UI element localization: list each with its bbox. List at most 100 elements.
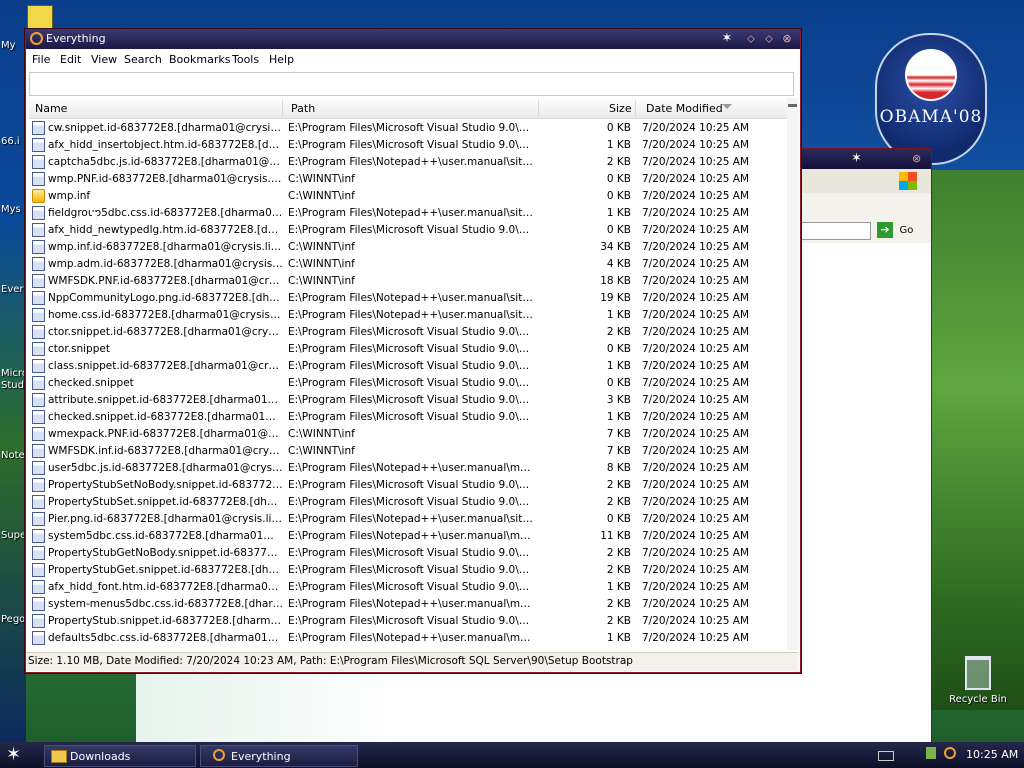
desktop-icon-label[interactable]: Mys [1,204,21,215]
item-path: E:\Program Files\Notepad++\user.manual\s… [288,207,536,219]
desktop-icon-label[interactable]: Micro [1,368,28,379]
list-item[interactable]: cw.snippet.id-683772E8.[dharma01@crysis.… [29,120,789,137]
vertical-scrollbar[interactable] [787,98,798,650]
search-input[interactable] [29,72,794,96]
list-item[interactable]: Pier.png.id-683772E8.[dharma01@crysis.li… [29,511,789,528]
scrollbar-thumb[interactable] [788,104,797,107]
recycle-bin-label: Recycle Bin [949,694,1007,705]
item-size: 2 KB [606,326,631,338]
item-name: wmp.inf [48,190,91,202]
list-item[interactable]: wmexpack.PNF.id-683772E8.[dharma01@cry..… [29,426,789,443]
item-date-modified: 7/20/2024 10:25 AM [642,224,750,236]
desktop-icon-label[interactable]: Supe [1,530,26,541]
pin-icon[interactable]: ✶ [851,151,862,166]
list-item[interactable]: home.css.id-683772E8.[dharma01@crysis.li… [29,307,789,324]
desktop-icon-label[interactable]: Pego [1,614,25,625]
column-date-modified[interactable]: Date Modified [646,102,723,115]
list-item[interactable]: system5dbc.css.id-683772E8.[dharma01@cr.… [29,528,789,545]
list-item[interactable]: checked.snippet E:\Program Files\Microsof… [29,375,789,392]
keyboard-icon[interactable] [878,751,894,761]
list-item[interactable]: afx_hidd_insertobject.htm.id-683772E8.[d… [29,137,789,154]
item-size: 4 KB [606,258,631,270]
list-item[interactable]: system-menus5dbc.css.id-683772E8.[dharma… [29,596,789,613]
item-name: Pier.png.id-683772E8.[dharma01@crysis.li… [48,513,283,525]
column-name[interactable]: Name [35,102,67,115]
search-tray-icon[interactable] [944,747,956,759]
close-icon[interactable]: ⊗ [912,152,921,165]
item-date-modified: 7/20/2024 10:25 AM [642,632,750,644]
list-item[interactable]: PropertyStubSet.snippet.id-683772E8.[dha… [29,494,789,511]
list-item[interactable]: ctor.snippet E:\Program Files\Microsoft V… [29,341,789,358]
list-item[interactable]: PropertyStub.snippet.id-683772E8.[dharma… [29,613,789,630]
list-item[interactable]: NppCommunityLogo.png.id-683772E8.[dharm.… [29,290,789,307]
item-path: C:\WINNT\inf [288,258,355,270]
item-name: attribute.snippet.id-683772E8.[dharma01@… [48,394,283,406]
desktop-icon-label[interactable]: Ever [1,284,24,295]
menu-file[interactable]: File [32,53,50,66]
menu-help[interactable]: Help [269,53,294,66]
list-item[interactable]: captcha5dbc.js.id-683772E8.[dharma01@cry… [29,154,789,171]
item-name: system5dbc.css.id-683772E8.[dharma01@cr.… [48,530,283,542]
item-date-modified: 7/20/2024 10:25 AM [642,292,750,304]
file-icon [32,376,45,390]
start-button[interactable]: ✶ [6,744,21,765]
list-item[interactable]: WMFSDK.inf.id-683772E8.[dharma01@crysis.… [29,443,789,460]
list-item[interactable]: PropertyStubGetNoBody.snippet.id-683772E… [29,545,789,562]
list-item[interactable]: attribute.snippet.id-683772E8.[dharma01@… [29,392,789,409]
desktop-icon-app[interactable] [27,5,53,31]
menu-search[interactable]: Search [124,53,162,66]
network-icon[interactable] [926,747,936,759]
desktop-icon-label[interactable]: Note [1,450,25,461]
list-item[interactable]: ctor.snippet.id-683772E8.[dharma01@crysi… [29,324,789,341]
item-path: E:\Program Files\Microsoft Visual Studio… [288,496,536,508]
menu-bookmarks[interactable]: Bookmarks [169,53,230,66]
menu-tools[interactable]: Tools [232,53,259,66]
desktop-icon-label[interactable]: Studi [1,380,27,391]
list-item[interactable]: fieldgroup5dbc.css.id-683772E8.[dharma01… [29,205,789,222]
background-window[interactable]: ✶ ⊗ ➔ Go [798,148,932,746]
menu-view[interactable]: View [91,53,117,66]
list-item[interactable]: PropertyStubGet.snippet.id-683772E8.[dha… [29,562,789,579]
list-item[interactable]: afx_hidd_newtypedlg.htm.id-683772E8.[dha… [29,222,789,239]
taskbar-button-downloads[interactable]: Downloads [44,745,196,767]
list-item[interactable]: wmp.PNF.id-683772E8.[dharma01@crysis.lif… [29,171,789,188]
list-item[interactable]: wmp.inf.id-683772E8.[dharma01@crysis.lif… [29,239,789,256]
recycle-bin[interactable]: Recycle Bin [940,656,1016,708]
column-path[interactable]: Path [291,102,315,115]
menu-edit[interactable]: Edit [60,53,81,66]
minimize-button[interactable]: ⬦ [744,32,758,46]
item-date-modified: 7/20/2024 10:25 AM [642,241,750,253]
list-item[interactable]: PropertyStubSetNoBody.snippet.id-683772E… [29,477,789,494]
item-date-modified: 7/20/2024 10:25 AM [642,207,750,219]
column-size[interactable]: Size [609,102,632,115]
list-item[interactable]: wmp.inf C:\WINNT\inf 0 KB 7/20/2024 10:25 A… [29,188,789,205]
desktop-icon-label[interactable]: My [1,40,16,51]
item-path: E:\Program Files\Microsoft Visual Studio… [288,394,536,406]
campaign-poster: OBAMA'08 [875,33,987,165]
list-item[interactable]: defaults5dbc.css.id-683772E8.[dharma01@c… [29,630,789,647]
file-icon [32,223,45,237]
list-item[interactable]: class.snippet.id-683772E8.[dharma01@crys… [29,358,789,375]
maximize-button[interactable]: ⬦ [762,32,776,46]
item-path: C:\WINNT\inf [288,428,355,440]
list-item[interactable]: user5dbc.js.id-683772E8.[dharma01@crysis… [29,460,789,477]
desktop-icon-label[interactable]: 66.i [1,136,20,147]
windows-logo-icon [899,172,917,190]
taskbar-button-everything[interactable]: Everything [200,745,358,767]
list-item[interactable]: wmp.adm.id-683772E8.[dharma01@crysis.lif… [29,256,789,273]
go-button[interactable]: ➔ Go [877,222,917,240]
item-name: WMFSDK.PNF.id-683772E8.[dharma01@crysi..… [48,275,283,287]
list-item[interactable]: checked.snippet.id-683772E8.[dharma01@cr… [29,409,789,426]
item-path: C:\WINNT\inf [288,241,355,253]
item-name: PropertyStubSetNoBody.snippet.id-683772E… [48,479,283,491]
background-window-titlebar[interactable]: ✶ ⊗ [799,149,931,169]
file-icon [32,427,45,441]
everything-window[interactable]: Everything ✶ ⬦ ⬦ ⊗ File Edit View Search Boo… [25,29,801,673]
results-list[interactable]: cw.snippet.id-683772E8.[dharma01@crysis.… [29,120,789,648]
list-item[interactable]: WMFSDK.PNF.id-683772E8.[dharma01@crysi..… [29,273,789,290]
window-titlebar[interactable]: Everything ✶ ⬦ ⬦ ⊗ [26,30,800,49]
list-item[interactable]: afx_hidd_font.htm.id-683772E8.[dharma01@… [29,579,789,596]
pin-icon[interactable]: ✶ [720,32,734,46]
address-input[interactable] [799,222,871,240]
close-button[interactable]: ⊗ [780,32,794,46]
